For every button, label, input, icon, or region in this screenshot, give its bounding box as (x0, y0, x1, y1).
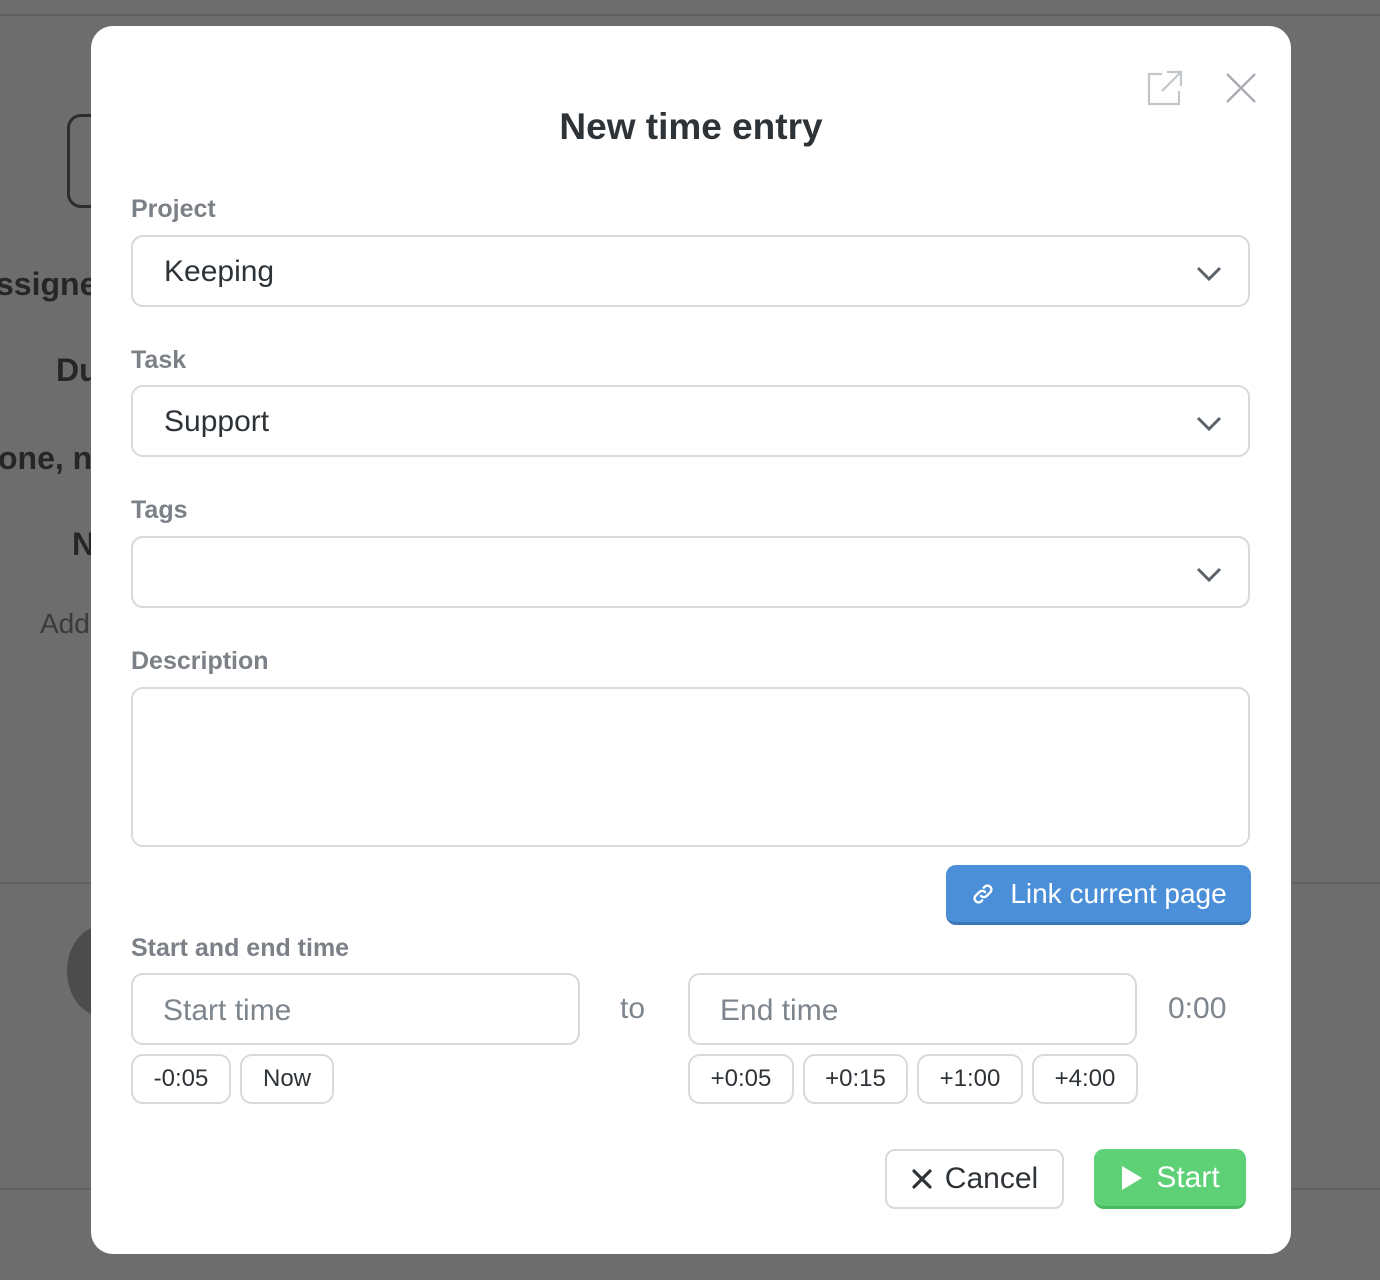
play-icon (1122, 1165, 1143, 1190)
start-end-time-label: Start and end time (131, 934, 350, 962)
background-text-add: Add (40, 608, 90, 639)
duration-display: 0:00 (1168, 992, 1227, 1025)
description-label: Description (131, 647, 269, 675)
plus-5-minutes-button[interactable]: +0:05 (688, 1054, 794, 1104)
task-value: Support (164, 405, 270, 438)
to-label: to (620, 992, 646, 1025)
minus-5-minutes-button[interactable]: -0:05 (131, 1054, 231, 1104)
project-value: Keeping (164, 255, 275, 288)
modal-title: New time entry (559, 106, 823, 147)
tags-select[interactable] (131, 536, 1250, 608)
task-label: Task (131, 346, 187, 374)
background-text-assigned: ssigne (0, 266, 98, 302)
close-icon[interactable] (1219, 66, 1263, 110)
start-label: Start (1156, 1160, 1220, 1194)
start-time-placeholder: Start time (163, 994, 292, 1027)
background-divider (0, 14, 1380, 16)
start-button[interactable]: Start (1094, 1149, 1246, 1209)
plus-4-hours-button[interactable]: +4:00 (1032, 1054, 1138, 1104)
task-select[interactable]: Support (131, 385, 1250, 457)
cancel-button[interactable]: Cancel (885, 1149, 1064, 1209)
plus-15-minutes-button[interactable]: +0:15 (803, 1054, 908, 1104)
project-select[interactable]: Keeping (131, 235, 1250, 307)
now-button[interactable]: Now (240, 1054, 334, 1104)
link-current-page-button[interactable]: Link current page (946, 865, 1251, 925)
close-icon (912, 1169, 932, 1189)
chevron-down-icon (1196, 416, 1222, 432)
project-label: Project (131, 195, 216, 223)
link-current-page-label: Link current page (1010, 877, 1227, 909)
new-time-entry-modal: New time entry Project Keeping Task Supp… (91, 26, 1291, 1254)
plus-1-hour-button[interactable]: +1:00 (917, 1054, 1023, 1104)
tags-label: Tags (131, 496, 188, 524)
description-textarea[interactable] (131, 687, 1250, 847)
end-time-placeholder: End time (720, 994, 839, 1027)
chevron-down-icon (1196, 567, 1222, 583)
chevron-down-icon (1196, 266, 1222, 282)
cancel-label: Cancel (944, 1162, 1039, 1195)
background-text-status: one, n (0, 440, 93, 476)
link-icon (973, 883, 993, 904)
external-link-icon[interactable] (1143, 66, 1187, 110)
end-time-input[interactable]: End time (688, 973, 1137, 1045)
start-time-input[interactable]: Start time (131, 973, 580, 1045)
